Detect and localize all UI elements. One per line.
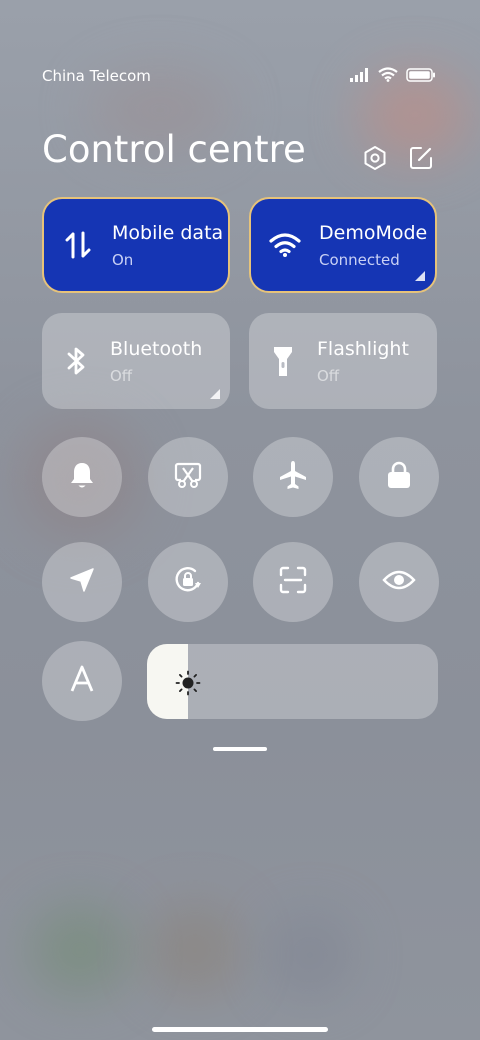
tile-label: DemoMode [319,221,428,244]
flashlight-icon [249,344,317,378]
page-title: Control centre [42,128,306,171]
signal-icon [350,67,370,86]
tile-bluetooth[interactable]: Bluetooth Off [42,313,230,409]
title-actions [362,145,434,171]
tile-label: Bluetooth [110,337,203,360]
data-arrows-icon [44,229,112,261]
status-icons [350,66,436,86]
home-indicator[interactable] [152,1027,328,1032]
tile-mobile-data[interactable]: Mobile data On [42,197,230,293]
status-bar: China Telecom [42,66,436,86]
bell-icon [68,460,96,494]
wifi-icon [378,66,398,86]
tile-label: Mobile data [112,221,224,244]
toggle-rotation-lock[interactable] [148,542,228,622]
carrier-name: China Telecom [42,67,151,85]
eye-icon [382,568,416,596]
tile-label: Flashlight [317,337,409,360]
wifi-icon [251,232,319,258]
tile-state: On [112,250,134,269]
toggle-airplane[interactable] [253,437,333,517]
scanner-icon [278,565,308,599]
toggle-scanner[interactable] [253,542,333,622]
toggle-auto-brightness[interactable] [42,641,122,721]
sun-icon [175,670,201,700]
expand-corner-icon[interactable] [415,271,425,281]
location-icon [68,566,96,598]
brightness-slider[interactable] [147,644,438,719]
toggle-silent[interactable] [42,437,122,517]
expand-corner-icon[interactable] [210,389,220,399]
toggle-screenshot[interactable] [148,437,228,517]
screenshot-icon [173,460,203,494]
airplane-icon [277,459,309,495]
tile-state: Connected [319,250,400,269]
bluetooth-icon [42,345,110,377]
tile-wifi[interactable]: DemoMode Connected [249,197,437,293]
toggle-location[interactable] [42,542,122,622]
tile-state: Off [317,366,340,385]
settings-icon[interactable] [362,145,388,171]
battery-icon [406,67,436,86]
tile-state: Off [110,366,133,385]
collapse-handle[interactable] [213,747,267,751]
toggle-lock-screen[interactable] [359,437,439,517]
rotation-lock-icon [171,563,205,601]
auto-brightness-icon [68,665,96,697]
edit-icon[interactable] [408,145,434,171]
lock-icon [385,459,413,495]
tile-flashlight[interactable]: Flashlight Off [249,313,437,409]
toggle-reading-mode[interactable] [359,542,439,622]
